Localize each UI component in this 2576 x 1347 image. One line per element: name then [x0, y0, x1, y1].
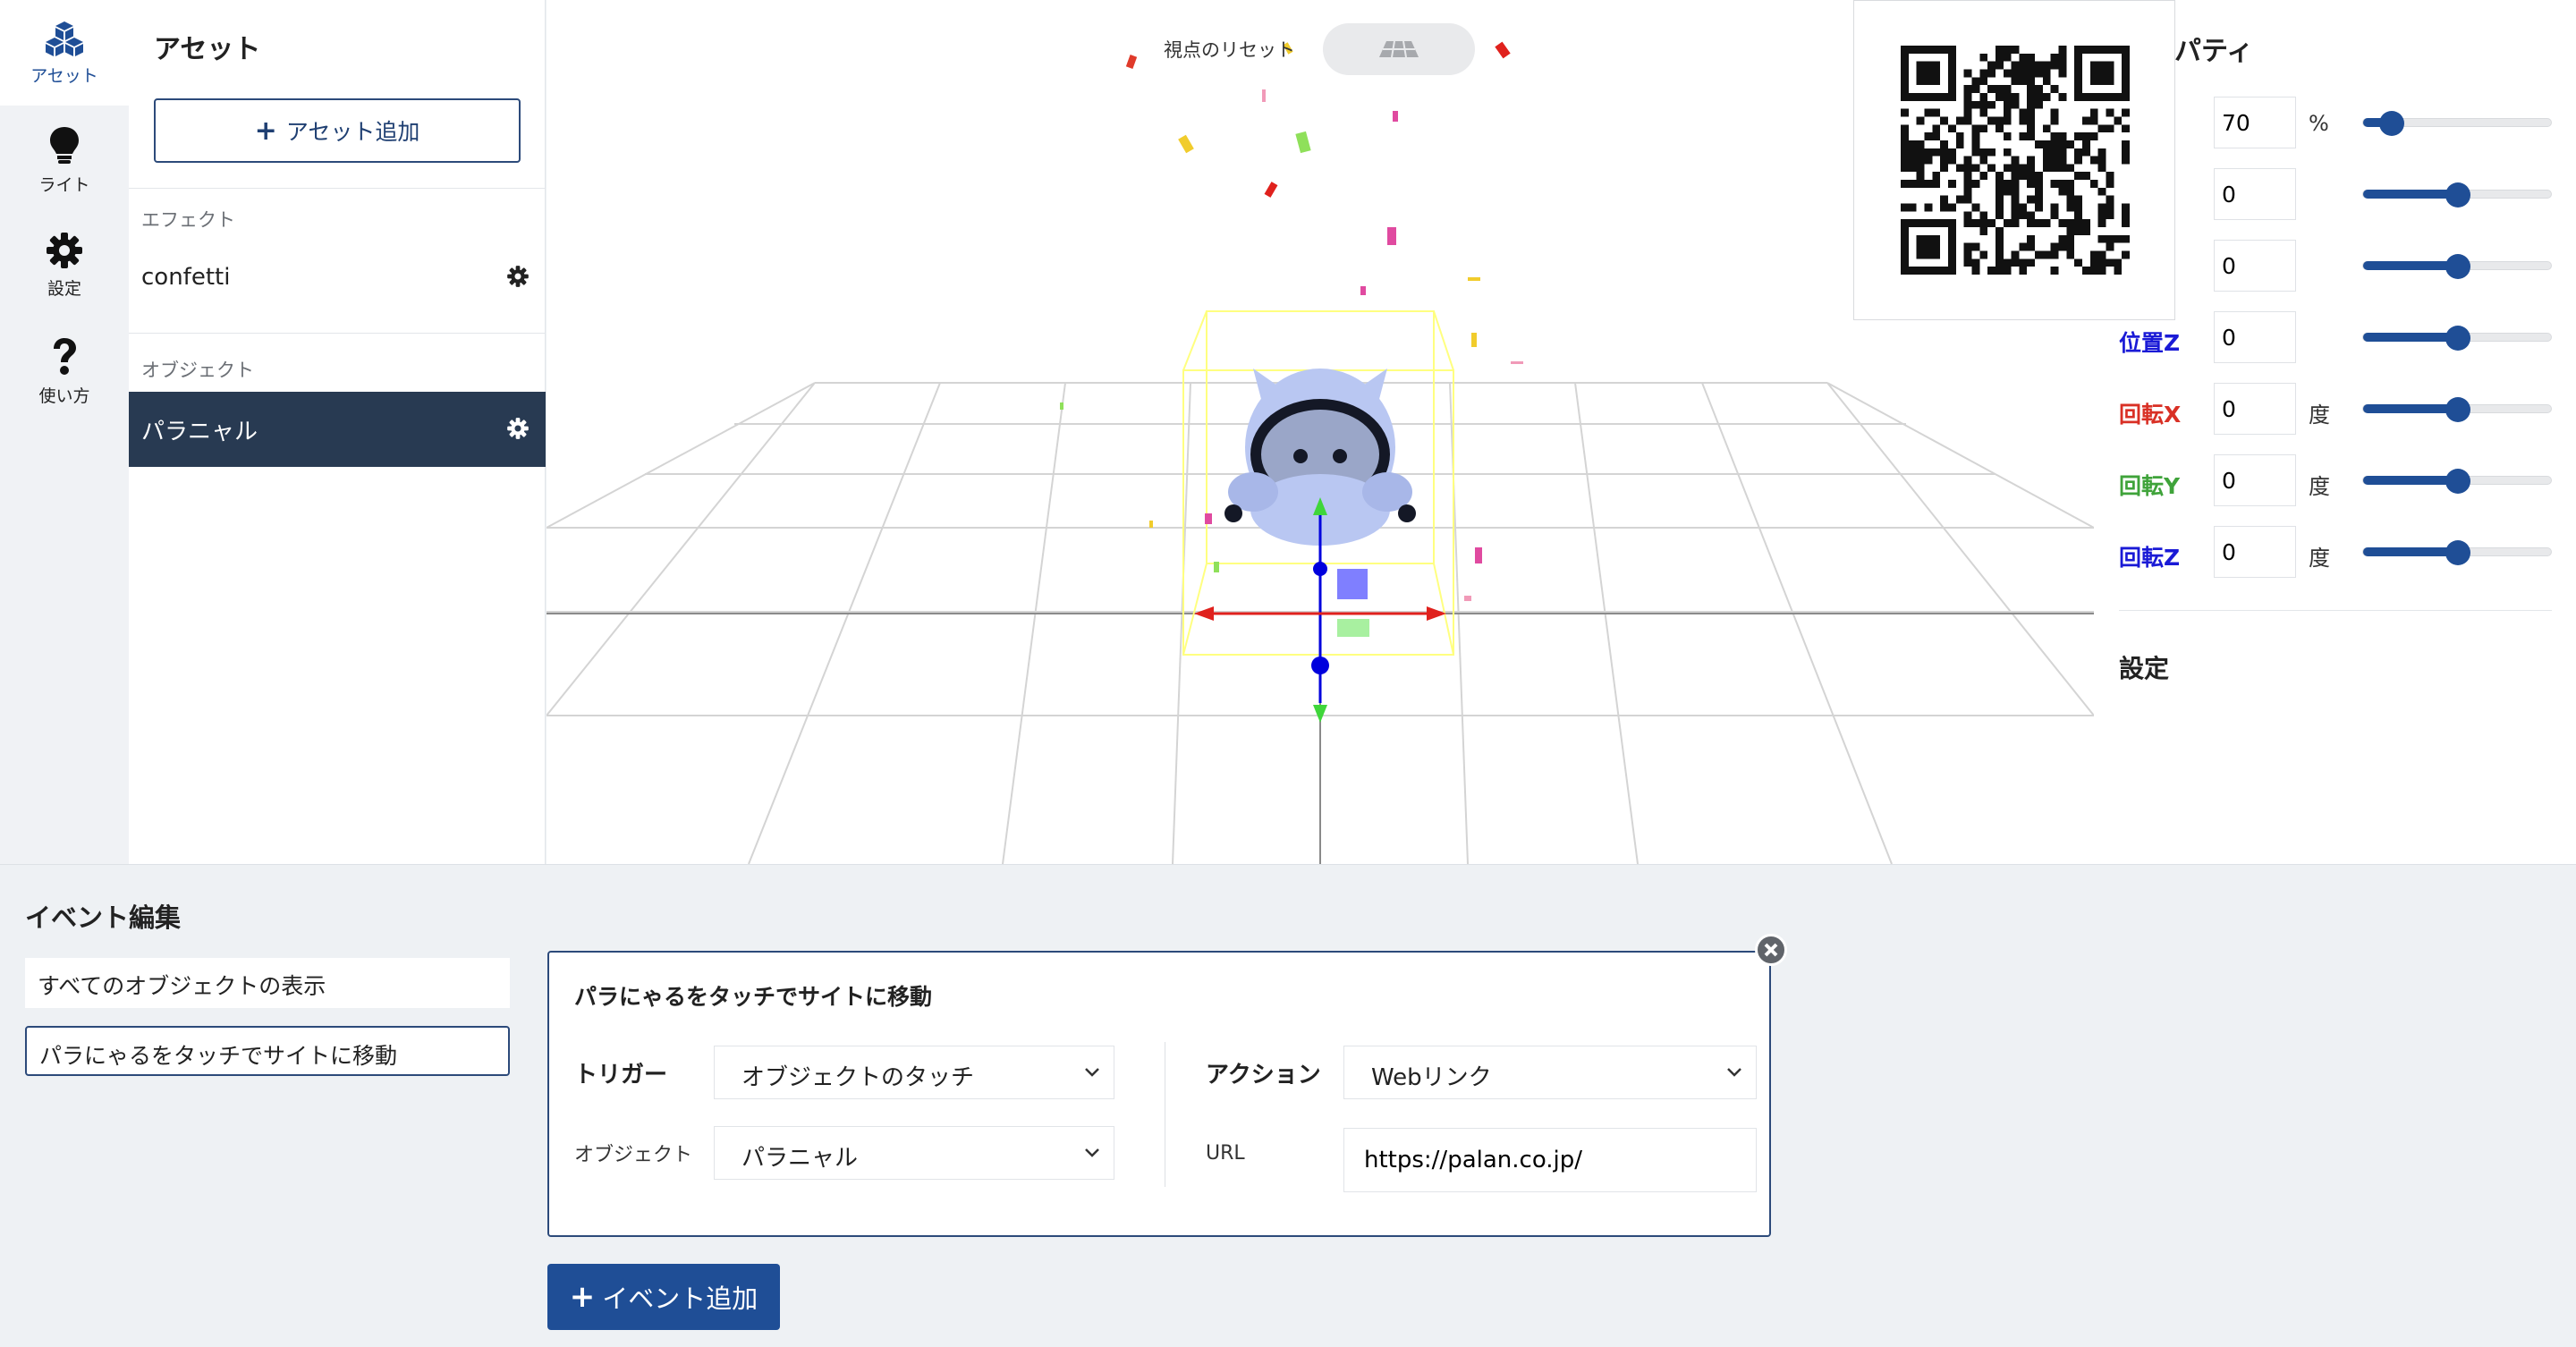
- rail-item-assets[interactable]: アセット: [0, 0, 129, 106]
- close-event-button[interactable]: [1755, 934, 1787, 966]
- scale-input[interactable]: [2214, 97, 2296, 148]
- lightbulb-icon: [50, 127, 79, 164]
- left-nav-rail: アセット ライト 設定 使い方: [0, 0, 129, 864]
- url-input[interactable]: [1343, 1128, 1757, 1192]
- event-card-title: パラにゃるをタッチでサイトに移動: [574, 984, 933, 1010]
- action-select[interactable]: Webリンク: [1343, 1046, 1757, 1099]
- slider-handle[interactable]: [2445, 182, 2470, 208]
- grid-perspective-icon: [1379, 40, 1419, 57]
- chevron-down-icon: [1085, 1068, 1099, 1077]
- event-list-item[interactable]: すべてのオブジェクトの表示: [25, 958, 510, 1008]
- slider-handle[interactable]: [2445, 326, 2470, 351]
- slider-handle[interactable]: [2445, 469, 2470, 494]
- chevron-down-icon: [1727, 1068, 1741, 1077]
- event-editor: イベント編集 すべてのオブジェクトの表示 パラにゃるをタッチでサイトに移動 パラ…: [0, 864, 2576, 1347]
- add-asset-label: アセット追加: [285, 119, 420, 145]
- url-label: URL: [1206, 1142, 1245, 1165]
- event-list-item-selected[interactable]: パラにゃるをタッチでサイトに移動: [25, 1026, 510, 1076]
- rotation-z-input[interactable]: [2214, 526, 2296, 578]
- property-row-rotation-z: 回転Z 度: [2094, 526, 2576, 580]
- property-label: 回転Y: [2119, 473, 2181, 499]
- objects-section-label: オブジェクト: [141, 360, 254, 381]
- action-value: Webリンク: [1371, 1064, 1492, 1091]
- qr-code-panel: [1853, 0, 2175, 320]
- object-label: オブジェクト: [574, 1144, 693, 1166]
- asset-panel: アセット + アセット追加 エフェクト confetti オブジェクト パラニャ…: [129, 0, 546, 864]
- unit-label: 度: [2309, 474, 2330, 499]
- gear-icon[interactable]: [506, 265, 530, 288]
- property-label: 位置Z: [2119, 330, 2181, 356]
- unit-label: %: [2309, 111, 2329, 136]
- divider: [129, 333, 546, 334]
- position-y-slider[interactable]: [2362, 254, 2552, 279]
- position-y-input[interactable]: [2214, 240, 2296, 292]
- question-icon: [54, 338, 76, 375]
- settings-heading: 設定: [2119, 654, 2170, 683]
- divider: [129, 188, 546, 189]
- slider-handle[interactable]: [2445, 540, 2470, 565]
- add-event-label: イベント追加: [602, 1283, 758, 1314]
- position-z-input[interactable]: [2214, 311, 2296, 363]
- asset-panel-title: アセット: [154, 34, 261, 65]
- rail-label: ライト: [38, 175, 90, 195]
- rail-label: アセット: [30, 66, 98, 86]
- property-label: 回転Z: [2119, 545, 2181, 571]
- reset-view-button[interactable]: [1323, 23, 1475, 75]
- cubes-icon: [46, 21, 83, 56]
- object-item-paranyaru[interactable]: パラニャル: [129, 392, 546, 467]
- slider-handle[interactable]: [2445, 254, 2470, 279]
- rail-label: 使い方: [38, 386, 90, 406]
- action-label: アクション: [1206, 1062, 1321, 1089]
- trigger-value: オブジェクトのタッチ: [741, 1064, 975, 1091]
- plus-icon: +: [569, 1279, 596, 1315]
- trigger-select[interactable]: オブジェクトのタッチ: [714, 1046, 1114, 1099]
- chevron-down-icon: [1085, 1148, 1099, 1157]
- rail-item-help[interactable]: 使い方: [0, 317, 129, 422]
- rotation-y-slider[interactable]: [2362, 469, 2552, 494]
- transform-gizmo[interactable]: [1194, 497, 1446, 723]
- property-row-rotation-x: 回転X 度: [2094, 383, 2576, 436]
- gear-icon[interactable]: [506, 417, 530, 440]
- slider-handle[interactable]: [2445, 397, 2470, 422]
- effect-item-confetti[interactable]: confetti: [129, 240, 546, 315]
- trigger-label: トリガー: [574, 1062, 668, 1089]
- position-x-input[interactable]: [2214, 168, 2296, 220]
- reset-view-label: 視点のリセット: [1164, 39, 1295, 61]
- property-row-rotation-y: 回転Y 度: [2094, 454, 2576, 508]
- position-z-slider[interactable]: [2362, 326, 2552, 351]
- rail-label: 設定: [47, 279, 81, 299]
- object-select[interactable]: パラニャル: [714, 1126, 1114, 1180]
- property-panel-title: パティ: [2174, 36, 2254, 67]
- slider-handle[interactable]: [2379, 111, 2404, 136]
- close-icon: [1764, 943, 1778, 957]
- scale-slider[interactable]: [2362, 111, 2552, 136]
- position-x-slider[interactable]: [2362, 182, 2552, 208]
- effects-section-label: エフェクト: [141, 209, 235, 231]
- add-asset-button[interactable]: + アセット追加: [154, 98, 521, 163]
- divider: [2119, 610, 2552, 611]
- rail-item-settings[interactable]: 設定: [0, 211, 129, 317]
- unit-label: 度: [2309, 546, 2330, 571]
- object-name: パラニャル: [141, 418, 258, 445]
- rotation-x-slider[interactable]: [2362, 397, 2552, 422]
- effect-name: confetti: [141, 264, 231, 291]
- object-value: パラニャル: [741, 1145, 859, 1172]
- property-label: 回転X: [2119, 402, 2182, 428]
- unit-label: 度: [2309, 402, 2330, 428]
- rail-item-light[interactable]: ライト: [0, 106, 129, 211]
- gear-icon: [47, 233, 82, 268]
- event-detail-card: パラにゃるをタッチでサイトに移動 トリガー オブジェクトのタッチ オブジェクト …: [547, 951, 1771, 1237]
- event-editor-title: イベント編集: [25, 902, 182, 933]
- rotation-y-input[interactable]: [2214, 454, 2296, 506]
- rotation-z-slider[interactable]: [2362, 540, 2552, 565]
- plus-icon: +: [254, 114, 277, 147]
- add-event-button[interactable]: + イベント追加: [547, 1264, 780, 1330]
- rotation-x-input[interactable]: [2214, 383, 2296, 435]
- qr-code-image: [1901, 46, 2130, 275]
